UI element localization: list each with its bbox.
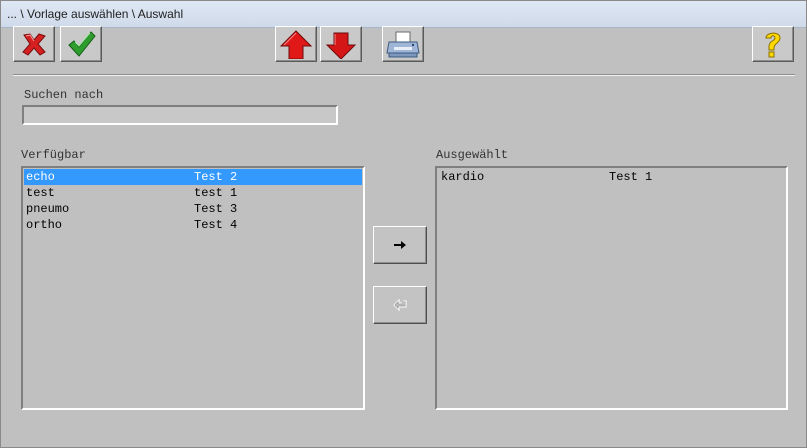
toolbar-separator — [13, 74, 795, 76]
list-item[interactable]: test test 1 — [24, 185, 362, 201]
list-item[interactable]: ortho Test 4 — [24, 217, 362, 233]
red-up-arrow-icon — [279, 30, 313, 59]
window-title: ... \ Vorlage auswählen \ Auswahl — [7, 7, 184, 21]
arrow-left-disabled-icon — [393, 299, 407, 311]
move-up-button[interactable] — [275, 26, 317, 62]
move-down-button[interactable] — [320, 26, 362, 62]
item-code: ortho — [26, 218, 63, 232]
remove-selected-button[interactable] — [373, 286, 427, 324]
item-code: kardio — [441, 170, 485, 184]
available-label: Verfügbar — [21, 148, 86, 162]
green-check-icon — [68, 31, 96, 57]
search-input[interactable] — [22, 105, 338, 125]
available-list[interactable]: echo Test 2 test test 1 pneumo Test 3 or… — [21, 166, 365, 410]
title-bar: ... \ Vorlage auswählen \ Auswahl — [1, 1, 806, 28]
selected-list[interactable]: kardio Test 1 — [435, 166, 788, 410]
item-code: pneumo — [26, 202, 70, 216]
red-down-arrow-icon — [325, 32, 357, 59]
cancel-button[interactable] — [13, 26, 55, 62]
list-item[interactable]: kardio Test 1 — [438, 169, 785, 185]
arrow-right-icon — [394, 241, 406, 249]
item-code: test — [26, 186, 55, 200]
item-name: Test 4 — [194, 218, 238, 232]
selected-label: Ausgewählt — [436, 148, 509, 162]
printer-icon — [386, 31, 420, 58]
add-selected-button[interactable] — [373, 226, 427, 264]
item-code: echo — [26, 170, 55, 184]
ok-button[interactable] — [60, 26, 102, 62]
list-item[interactable]: pneumo Test 3 — [24, 201, 362, 217]
item-name: Test 2 — [194, 170, 238, 184]
red-x-icon — [22, 33, 46, 56]
search-label: Suchen nach — [24, 88, 104, 102]
yellow-question-icon — [765, 32, 781, 58]
item-name: Test 1 — [609, 170, 653, 184]
item-name: test 1 — [194, 186, 238, 200]
item-name: Test 3 — [194, 202, 238, 216]
print-button[interactable] — [382, 26, 424, 62]
dialog-window: ... \ Vorlage auswählen \ Auswahl Suchen… — [0, 0, 807, 448]
list-item[interactable]: echo Test 2 — [24, 169, 362, 185]
help-button[interactable] — [752, 26, 794, 62]
